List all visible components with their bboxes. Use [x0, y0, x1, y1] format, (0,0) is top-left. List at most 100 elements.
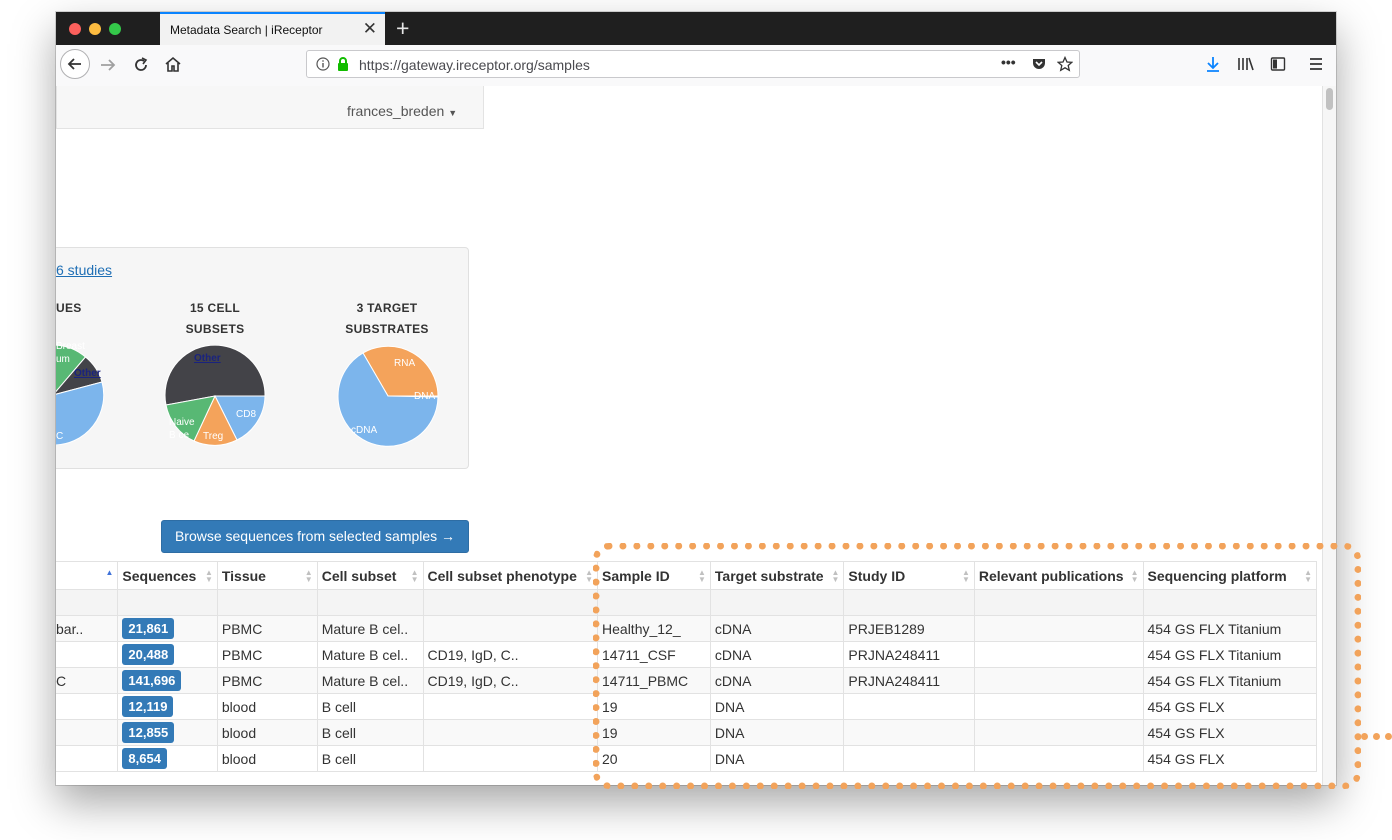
sort-icon[interactable]: ▲ ▼ [698, 569, 706, 584]
pocket-icon[interactable] [1031, 56, 1047, 72]
filter-cell[interactable] [216, 589, 318, 616]
sequence-count-badge[interactable]: 12,119 [122, 696, 174, 717]
column-header-first[interactable]: ▲ [56, 561, 119, 590]
target-substrate-cell: DNA [709, 745, 845, 772]
filter-cell[interactable] [973, 589, 1144, 616]
column-header-sequences[interactable]: Sequences ▲ ▼ [117, 561, 218, 590]
library-icon[interactable] [1237, 56, 1255, 72]
target-substrates-heading: 3 TARGET SUBSTRATES [345, 301, 429, 336]
filter-cell[interactable] [709, 589, 845, 616]
sort-icon[interactable]: ▲ ▼ [1131, 569, 1139, 584]
vertical-scrollbar-thumb[interactable] [1326, 88, 1333, 110]
publications-cell [973, 693, 1144, 720]
close-window-button[interactable] [69, 23, 81, 35]
sequence-count-badge[interactable]: 21,861 [122, 618, 175, 639]
reload-icon[interactable] [132, 56, 150, 74]
substrate-label-rna: RNA [394, 358, 415, 369]
hamburger-menu-icon[interactable] [1308, 57, 1324, 71]
column-header-sample-id[interactable]: Sample ID ▲ ▼ [597, 561, 711, 590]
column-header-target-substrate[interactable]: Target substrate ▲ ▼ [709, 561, 845, 590]
sort-icon[interactable]: ▲ ▼ [832, 569, 840, 584]
filter-cell[interactable] [316, 589, 424, 616]
tissue-cell: blood [216, 745, 318, 772]
column-header-cell-subset-phenotype[interactable]: Cell subset phenotype ▲ ▼ [422, 561, 599, 590]
publications-cell [973, 719, 1144, 746]
forward-arrow-icon[interactable] [98, 56, 118, 74]
close-tab-icon[interactable]: ✕ [363, 19, 377, 39]
user-menu[interactable]: frances_breden ▼ [347, 103, 457, 119]
minimize-window-button[interactable] [89, 23, 101, 35]
first-cell [56, 693, 119, 720]
new-tab-button[interactable]: + [396, 15, 409, 42]
cell-label-other-link: Other [194, 353, 221, 364]
sequences-cell: 8,654 [117, 745, 218, 772]
browse-sequences-button[interactable]: Browse sequences from selected samples → [161, 520, 469, 553]
sort-icon[interactable]: ▲ ▼ [205, 569, 213, 584]
filter-cell[interactable] [597, 589, 711, 616]
cell-subset-cell: Mature B cel.. [316, 615, 424, 642]
sequence-count-badge[interactable]: 20,488 [122, 644, 175, 665]
tissues-pie-chart: Breast um Other C [56, 341, 105, 445]
page-actions-icon[interactable]: ••• [1001, 54, 1016, 70]
sort-icon[interactable]: ▲ ▼ [305, 569, 313, 584]
first-cell [56, 719, 119, 746]
sample-id-cell: 14711_CSF [597, 641, 711, 668]
publications-cell [973, 641, 1144, 668]
table-row[interactable]: 8,654 blood B cell 20 DNA 454 GS FLX [56, 745, 1317, 772]
home-icon[interactable] [164, 55, 182, 73]
filter-cell[interactable] [843, 589, 975, 616]
phenotype-cell: CD19, IgD, C.. [422, 641, 599, 668]
table-row[interactable]: 12,119 blood B cell 19 DNA 454 GS FLX [56, 693, 1317, 720]
filter-cell[interactable] [422, 589, 599, 616]
filter-cell[interactable] [56, 589, 119, 616]
target-substrate-cell: cDNA [709, 641, 845, 668]
url-text[interactable]: https://gateway.ireceptor.org/samples [359, 57, 590, 73]
column-header-tissue[interactable]: Tissue ▲ ▼ [216, 561, 318, 590]
studies-link[interactable]: 6 studies [56, 262, 112, 278]
navigation-toolbar: https://gateway.ireceptor.org/samples ••… [56, 45, 1336, 87]
info-icon[interactable] [316, 57, 330, 71]
column-header-cell-subset[interactable]: Cell subset ▲ ▼ [316, 561, 424, 590]
sample-id-cell: 14711_PBMC [597, 667, 711, 694]
sidebar-icon[interactable] [1270, 56, 1286, 72]
tissue-label-other-link: Other [74, 368, 101, 379]
sort-icon[interactable]: ▲ ▼ [411, 569, 419, 584]
zoom-window-button[interactable] [109, 23, 121, 35]
column-header-sequencing-platform[interactable]: Sequencing platform ▲ ▼ [1142, 561, 1317, 590]
bookmark-star-icon[interactable] [1057, 56, 1073, 72]
sequence-count-badge[interactable]: 8,654 [122, 748, 167, 769]
table-row[interactable]: 20,488 PBMC Mature B cel.. CD19, IgD, C.. 14… [56, 641, 1317, 668]
filter-cell[interactable] [117, 589, 218, 616]
phenotype-cell: CD19, IgD, C.. [422, 667, 599, 694]
sort-icon[interactable]: ▲ ▼ [585, 569, 593, 584]
sort-icon[interactable]: ▲ ▼ [1304, 569, 1312, 584]
substrate-label-cdna: cDNA [351, 425, 377, 436]
column-header-relevant-publications[interactable]: Relevant publications ▲ ▼ [973, 561, 1144, 590]
table-row[interactable]: 12,855 blood B cell 19 DNA 454 GS FLX [56, 719, 1317, 746]
tissue-label-um: um [56, 354, 70, 365]
table-row[interactable]: C 141,696 PBMC Mature B cel.. CD19, IgD, C..… [56, 667, 1317, 694]
sequence-count-badge[interactable]: 12,855 [122, 722, 175, 743]
sequence-count-badge[interactable]: 141,696 [122, 670, 182, 691]
tab-metadata-search[interactable]: Metadata Search | iReceptor ✕ [160, 12, 385, 45]
sort-icon[interactable]: ▲ ▼ [962, 569, 970, 584]
filter-cell[interactable] [1142, 589, 1317, 616]
sort-asc-icon[interactable]: ▲ [105, 569, 113, 577]
cell-subsets-heading: 15 CELL SUBSETS [185, 301, 245, 336]
highlight-annotation-tail [1361, 733, 1392, 740]
phenotype-cell [422, 745, 599, 772]
tissue-cell: PBMC [216, 615, 318, 642]
study-id-cell [843, 719, 975, 746]
target-substrate-cell: cDNA [709, 615, 845, 642]
tissue-cell: blood [216, 719, 318, 746]
vertical-scrollbar[interactable] [1322, 86, 1336, 785]
platform-cell: 454 GS FLX Titanium [1142, 641, 1317, 668]
download-icon[interactable] [1205, 55, 1221, 73]
column-header-study-id[interactable]: Study ID ▲ ▼ [843, 561, 975, 590]
sample-id-cell: 19 [597, 693, 711, 720]
first-cell: C [56, 667, 119, 694]
arrow-left-icon [67, 58, 81, 70]
table-row[interactable]: bar.. 21,861 PBMC Mature B cel.. Healthy_12_… [56, 615, 1317, 642]
back-button[interactable] [60, 49, 90, 79]
url-bar[interactable]: https://gateway.ireceptor.org/samples ••… [306, 50, 1080, 78]
